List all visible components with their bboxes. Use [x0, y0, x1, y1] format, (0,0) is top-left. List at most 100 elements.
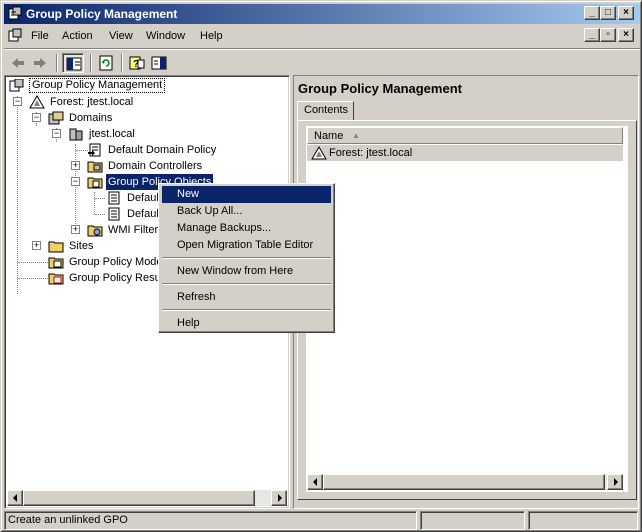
tree-item-gpo-default-2[interactable]: Default — [106, 206, 166, 222]
forward-arrow-icon — [34, 58, 46, 68]
forest-icon — [311, 146, 327, 165]
toolbar-separator — [56, 54, 58, 72]
scroll-thumb[interactable] — [23, 490, 255, 506]
app-window: Group Policy Management _ □ × File Actio… — [0, 0, 642, 532]
tree-item-wmi-filters[interactable]: + WMI Filters — [71, 222, 171, 238]
tree-item-default-domain-policy[interactable]: Default Domain Policy — [87, 142, 287, 158]
child-close-button[interactable]: × — [618, 28, 634, 42]
menu-view[interactable]: View — [109, 30, 133, 42]
menu-file[interactable]: File — [31, 30, 49, 42]
menu-action[interactable]: Action — [62, 30, 93, 42]
collapse-toggle[interactable]: − — [13, 97, 22, 106]
tree-connector — [94, 192, 95, 214]
sites-icon — [48, 239, 64, 253]
tree-item-domain[interactable]: − jtest.local — [52, 126, 282, 142]
tree-horizontal-scrollbar[interactable] — [7, 490, 287, 506]
collapse-toggle[interactable]: − — [32, 113, 41, 122]
wmi-filters-icon — [87, 223, 103, 237]
tree-label: Domain Controllers — [108, 160, 203, 172]
tree-label: WMI Filters — [108, 224, 164, 236]
tab-contents[interactable]: Contents — [297, 101, 354, 121]
expand-toggle[interactable]: + — [71, 161, 80, 170]
menu-separator — [162, 283, 331, 285]
modeling-icon — [48, 255, 64, 269]
show-hide-tree-button[interactable] — [62, 53, 84, 73]
tree-item-sites[interactable]: + Sites — [32, 238, 132, 254]
back-arrow-icon — [12, 58, 24, 68]
help-button[interactable]: ? — [126, 53, 148, 73]
menu-item-manage-backups[interactable]: Manage Backups... — [162, 220, 331, 237]
mmc-doc-icon[interactable] — [7, 28, 23, 47]
tab-label: Contents — [304, 104, 349, 116]
domain-icon — [68, 127, 84, 141]
tree-item-forest[interactable]: − Forest: jtest.local — [13, 94, 283, 110]
gpo-link-icon — [87, 143, 103, 157]
back-button[interactable] — [7, 53, 29, 73]
child-restore-button[interactable]: ▫ — [600, 28, 616, 42]
scroll-thumb[interactable] — [323, 474, 605, 490]
window-title: Group Policy Management — [26, 7, 178, 21]
forward-button[interactable] — [29, 53, 51, 73]
list-horizontal-scrollbar[interactable] — [307, 474, 623, 490]
maximize-button[interactable]: □ — [600, 6, 616, 20]
show-hide-tree-icon — [66, 57, 82, 71]
tree-connector — [95, 214, 105, 215]
context-menu: New Back Up All... Manage Backups... Ope… — [158, 183, 335, 333]
app-icon — [7, 6, 23, 25]
refresh-button[interactable] — [95, 53, 117, 73]
close-button[interactable]: × — [618, 6, 634, 20]
tree-label: Default Domain Policy — [108, 144, 217, 156]
toolbar-separator — [121, 54, 123, 72]
collapse-toggle[interactable]: − — [52, 129, 61, 138]
status-bar: Create an unlinked GPO — [4, 511, 640, 530]
list-row-forest[interactable]: Forest: jtest.local — [307, 145, 623, 161]
toolbar-separator — [90, 54, 92, 72]
tree-item-root[interactable]: Group Policy Management — [9, 78, 289, 94]
tree-label: Domains — [69, 112, 113, 124]
menu-help[interactable]: Help — [200, 30, 223, 42]
menu-item-back-up-all[interactable]: Back Up All... — [162, 203, 331, 220]
expand-toggle[interactable]: + — [32, 241, 41, 250]
scroll-right-button[interactable] — [271, 490, 287, 506]
gpmc-icon — [9, 78, 25, 93]
toolbar: ? — [4, 48, 640, 74]
collapse-toggle[interactable]: − — [71, 177, 80, 186]
tree-item-results[interactable]: Group Policy Result — [48, 270, 168, 286]
menu-window[interactable]: Window — [146, 30, 185, 42]
tree-label: Group Policy Management — [29, 78, 166, 93]
menu-item-refresh[interactable]: Refresh — [162, 289, 331, 306]
tree-label: jtest.local — [89, 128, 135, 140]
child-minimize-button[interactable]: _ — [584, 28, 600, 42]
menu-item-help[interactable]: Help — [162, 315, 331, 332]
details-pane: Group Policy Management Contents Name ▲ … — [293, 75, 639, 509]
tree-item-modeling[interactable]: Group Policy Model — [48, 254, 168, 270]
help-icon: ? — [129, 56, 145, 70]
tree-label: Group Policy Model — [69, 256, 165, 268]
tree-connector — [95, 198, 105, 199]
list-view[interactable]: Name ▲ Forest: jtest.local — [306, 126, 628, 492]
results-icon — [48, 271, 64, 285]
column-header-name[interactable]: Name — [314, 130, 343, 142]
tree-label: Group Policy Result — [69, 272, 167, 284]
menu-item-new[interactable]: New — [162, 186, 331, 203]
show-hide-action-pane-button[interactable] — [148, 53, 170, 73]
scroll-left-button[interactable] — [307, 474, 323, 490]
expand-toggle[interactable]: + — [71, 225, 80, 234]
title-bar[interactable]: Group Policy Management _ □ × — [4, 4, 640, 24]
status-panel-2 — [420, 511, 525, 530]
tree-item-gpo-default-1[interactable]: Default — [106, 190, 166, 206]
gpo-icon — [106, 207, 122, 221]
menu-item-new-window-from-here[interactable]: New Window from Here — [162, 263, 331, 280]
status-panel-3 — [528, 511, 638, 530]
minimize-button[interactable]: _ — [584, 6, 600, 20]
menu-separator — [162, 309, 331, 311]
show-hide-action-pane-icon — [151, 56, 167, 70]
scroll-left-button[interactable] — [7, 490, 23, 506]
scroll-right-button[interactable] — [607, 474, 623, 490]
tree-item-domains[interactable]: − Domains — [32, 110, 282, 126]
tree-connector — [18, 278, 48, 279]
tree-item-domain-controllers[interactable]: + Domain Controllers — [71, 158, 281, 174]
list-header: Name ▲ — [307, 127, 623, 144]
gpo-icon — [106, 191, 122, 205]
menu-item-open-migration-table-editor[interactable]: Open Migration Table Editor — [162, 237, 331, 254]
